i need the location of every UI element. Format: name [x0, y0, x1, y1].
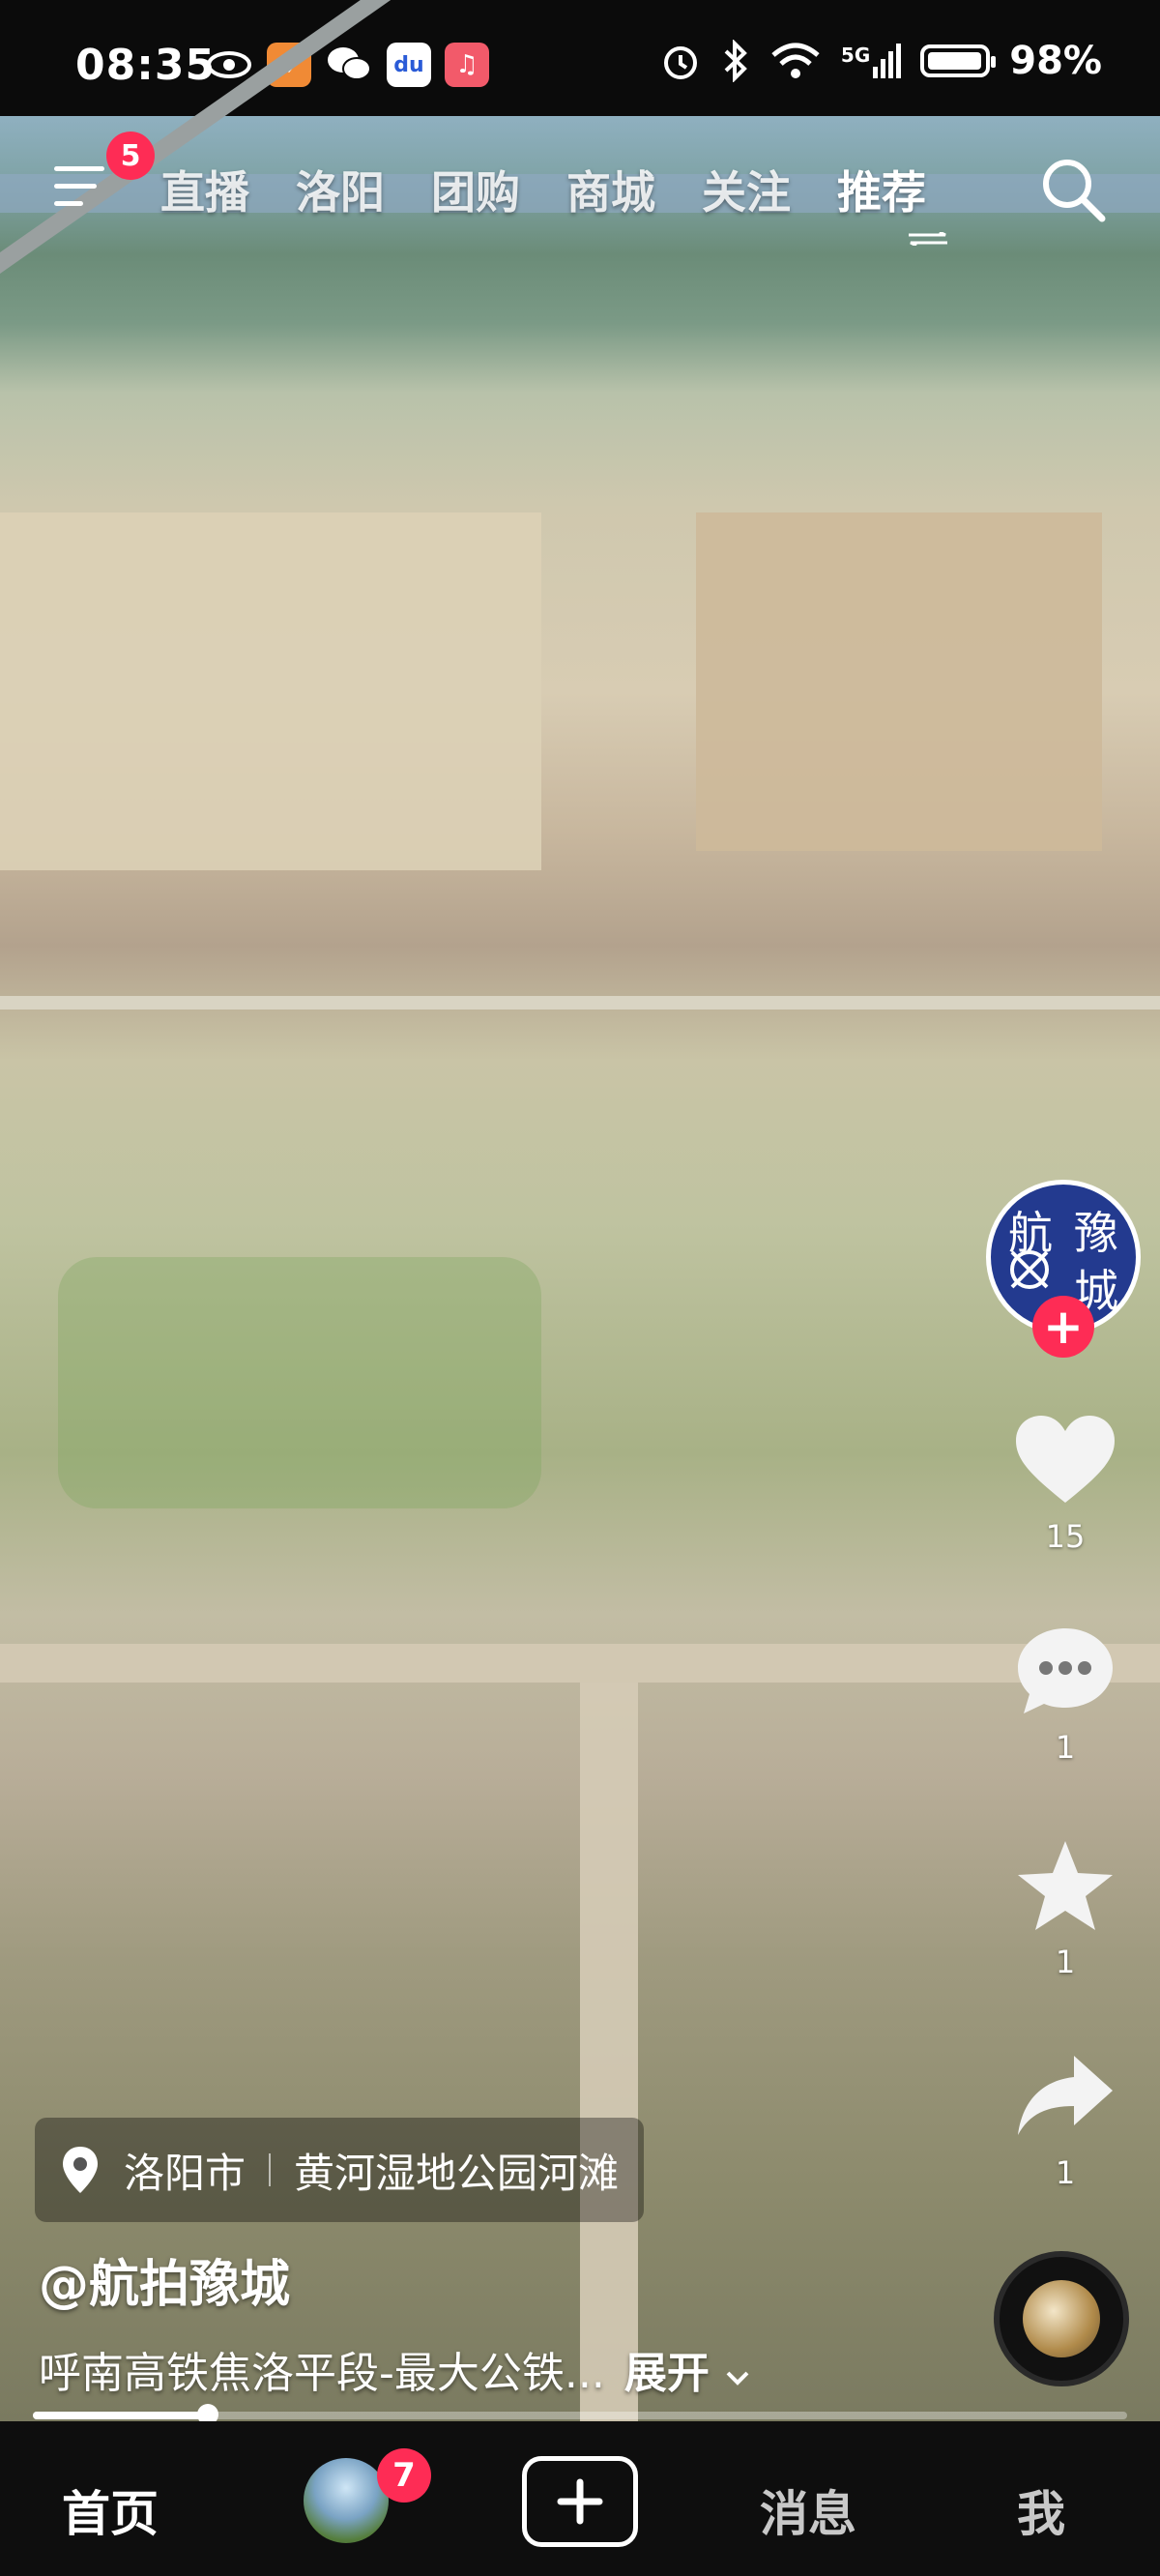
location-place: 黄河湿地公园河滩	[294, 2149, 620, 2197]
battery-fill	[928, 52, 982, 70]
status-system-icons: 5G 98%	[659, 39, 1102, 83]
heart-icon	[1016, 1416, 1115, 1503]
share-arrow-icon	[1018, 2056, 1113, 2135]
music-disc[interactable]	[994, 2251, 1129, 2386]
swap-indicator-icon	[909, 232, 947, 246]
tab-luoyang[interactable]: 洛阳	[296, 158, 385, 221]
nav-home[interactable]: 首页	[62, 2475, 159, 2545]
location-chip[interactable]: 洛阳市 黄河湿地公园河滩	[35, 2118, 645, 2222]
video-vegetation	[58, 1257, 541, 1508]
search-icon[interactable]	[1036, 153, 1110, 226]
create-post-button[interactable]	[522, 2456, 638, 2547]
post-description[interactable]: 呼南高铁焦洛平段-最大公铁... 展开	[39, 2338, 751, 2400]
expand-label: 展开	[624, 2349, 710, 2398]
tab-recommended[interactable]: 推荐	[837, 158, 926, 221]
alarm-icon	[663, 46, 697, 79]
wechat-icon	[328, 47, 371, 80]
wifi-icon	[771, 43, 820, 78]
video-field	[0, 512, 541, 870]
description-text: 呼南高铁焦洛平段-最大公铁...	[39, 2349, 605, 2398]
video-road	[580, 1683, 638, 2437]
tab-live[interactable]: 直播	[160, 158, 249, 221]
friends-badge: 7	[377, 2448, 431, 2503]
menu-badge: 5	[106, 132, 155, 180]
music-cover	[1023, 2280, 1100, 2357]
plus-icon	[557, 2478, 603, 2525]
favorite-button[interactable]: 1	[1007, 1837, 1123, 1980]
author-name[interactable]: @航拍豫城	[39, 2243, 290, 2316]
bluetooth-icon	[724, 40, 747, 82]
network-type: 5G	[840, 44, 871, 67]
top-tabs: 直播 洛阳 团购 商城 关注 推荐	[160, 158, 926, 221]
nav-messages[interactable]: 消息	[760, 2475, 856, 2545]
video-progress-fill	[33, 2412, 208, 2419]
nav-friends-avatar[interactable]	[304, 2458, 389, 2543]
music-app-icon: ♫	[445, 43, 489, 87]
battery-text: 98%	[1009, 39, 1102, 83]
share-count: 1	[1055, 2154, 1076, 2191]
status-time: 08:35	[75, 41, 217, 90]
baidu-app-icon: du	[387, 43, 431, 87]
comment-button[interactable]: 1	[1007, 1623, 1123, 1766]
comment-count: 1	[1055, 1729, 1076, 1766]
tab-mall[interactable]: 商城	[566, 158, 655, 221]
menu-icon[interactable]	[54, 162, 108, 211]
comment-icon	[1018, 1628, 1113, 1713]
expand-button[interactable]: 展开	[624, 2338, 751, 2400]
like-button[interactable]: 15	[1007, 1412, 1123, 1555]
location-city: 洛阳市	[124, 2149, 246, 2197]
share-button[interactable]: 1	[1007, 2048, 1123, 2191]
follow-button[interactable]: +	[1032, 1296, 1094, 1358]
avatar-char-1: 航	[1008, 1207, 1053, 1259]
video-road	[0, 1644, 1160, 1683]
eye-icon	[207, 51, 251, 78]
battery-icon	[920, 44, 997, 77]
signal-5g-icon: 5G	[840, 44, 902, 78]
like-count: 15	[1045, 1518, 1086, 1555]
favorite-count: 1	[1055, 1944, 1076, 1980]
location-divider	[269, 2153, 272, 2186]
tab-group-buy[interactable]: 团购	[431, 158, 520, 221]
video-field	[696, 512, 1102, 851]
chevron-down-icon	[726, 2371, 749, 2386]
location-pin-icon	[63, 2147, 98, 2193]
nav-me[interactable]: 我	[1017, 2475, 1065, 2545]
avatar-char-2: 豫	[1074, 1207, 1118, 1259]
video-road	[0, 996, 1160, 1010]
star-icon	[1018, 1841, 1113, 1930]
tab-following[interactable]: 关注	[702, 158, 791, 221]
